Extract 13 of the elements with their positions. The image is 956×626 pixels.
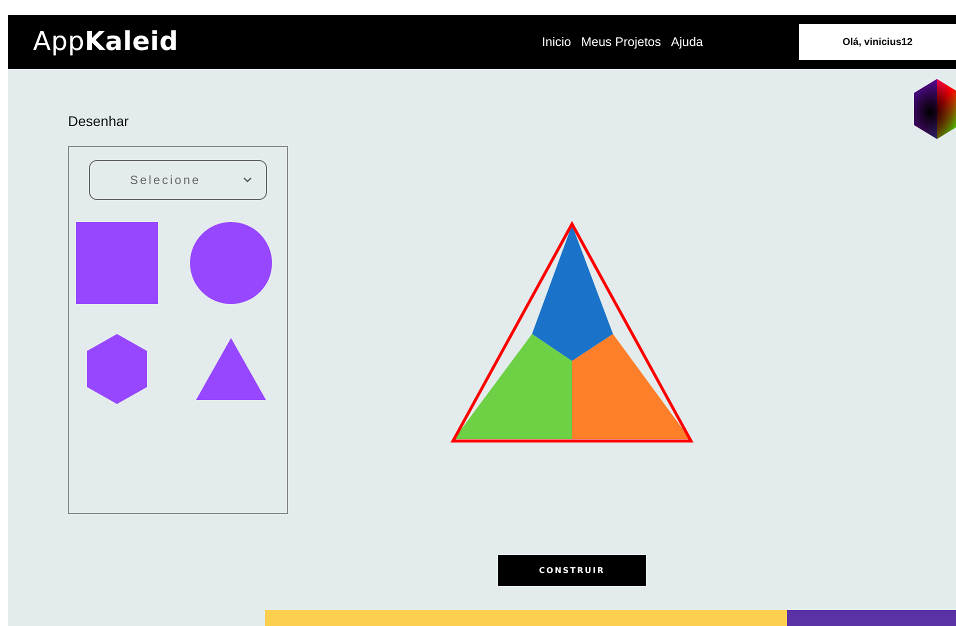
- hexagon-shape-icon[interactable]: [87, 334, 147, 404]
- triangle-shape-icon[interactable]: [196, 338, 266, 400]
- build-button[interactable]: CONSTRUIR: [498, 555, 646, 586]
- chevron-down-icon: [243, 177, 252, 183]
- color-cube-icon: [914, 79, 956, 139]
- section-title: Desenhar: [68, 113, 130, 129]
- shape-select[interactable]: Selecione: [89, 160, 267, 200]
- circle-shape-icon[interactable]: [190, 222, 272, 304]
- app-logo: AppKaleid: [33, 27, 178, 57]
- nav-link[interactable]: Ajuda: [671, 35, 703, 49]
- nav-link[interactable]: Meus Projetos: [581, 35, 662, 49]
- nav-link[interactable]: Inicio: [542, 35, 572, 49]
- user-greeting-button[interactable]: Olá, vinicius12: [799, 24, 956, 60]
